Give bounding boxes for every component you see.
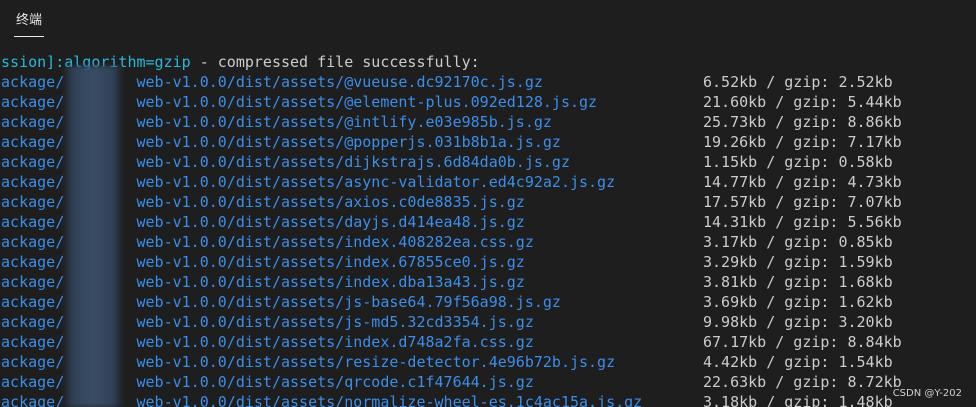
file-size: 3.29kb / gzip: 1.59kb [703, 253, 893, 271]
file-row: package/ web-v1.0.0/dist/assets/index.67… [0, 252, 976, 272]
file-row: package/ web-v1.0.0/dist/assets/@vueuse.… [0, 72, 976, 92]
file-size: 17.57kb / gzip: 7.07kb [703, 193, 902, 211]
file-size: 14.77kb / gzip: 4.73kb [703, 173, 902, 191]
file-row: package/ web-v1.0.0/dist/assets/qrcode.c… [0, 372, 976, 392]
file-row: package/ web-v1.0.0/dist/assets/index.db… [0, 272, 976, 292]
terminal-output[interactable]: ession]:algorithm=gzip - compressed file… [0, 52, 976, 407]
header-message: - compressed file successfully: [190, 53, 480, 71]
file-row: package/ web-v1.0.0/dist/assets/js-md5.3… [0, 312, 976, 332]
file-row: package/ web-v1.0.0/dist/assets/normaliz… [0, 392, 976, 407]
file-row: package/ web-v1.0.0/dist/assets/async-va… [0, 172, 976, 192]
file-size: 25.73kb / gzip: 8.86kb [703, 113, 902, 131]
file-size: 3.81kb / gzip: 1.68kb [703, 273, 893, 291]
file-size: 3.18kb / gzip: 1.48kb [703, 393, 893, 407]
panel-tab-bar: 终端 [0, 0, 976, 44]
file-row: package/ web-v1.0.0/dist/assets/@element… [0, 92, 976, 112]
file-size: 1.15kb / gzip: 0.58kb [703, 153, 893, 171]
file-row: package/ web-v1.0.0/dist/assets/index.d7… [0, 332, 976, 352]
file-size: 21.60kb / gzip: 5.44kb [703, 93, 902, 111]
terminal-header-line: ession]:algorithm=gzip - compressed file… [0, 52, 976, 72]
file-row: package/ web-v1.0.0/dist/assets/axios.c0… [0, 192, 976, 212]
file-size: 22.63kb / gzip: 8.72kb [703, 373, 902, 391]
file-size: 6.52kb / gzip: 2.52kb [703, 73, 893, 91]
file-size: 3.17kb / gzip: 0.85kb [703, 233, 893, 251]
file-row: package/ web-v1.0.0/dist/assets/dayjs.d4… [0, 212, 976, 232]
file-row: package/ web-v1.0.0/dist/assets/@intlify… [0, 112, 976, 132]
file-size: 4.42kb / gzip: 1.54kb [703, 353, 893, 371]
redaction-blur [62, 66, 124, 407]
file-row: package/ web-v1.0.0/dist/assets/resize-d… [0, 352, 976, 372]
file-list: package/ web-v1.0.0/dist/assets/@vueuse.… [0, 72, 976, 407]
file-row: package/ web-v1.0.0/dist/assets/index.40… [0, 232, 976, 252]
file-size: 3.69kb / gzip: 1.62kb [703, 293, 893, 311]
file-row: package/ web-v1.0.0/dist/assets/@popperj… [0, 132, 976, 152]
file-size: 67.17kb / gzip: 8.84kb [703, 333, 902, 351]
file-size: 19.26kb / gzip: 7.17kb [703, 133, 902, 151]
file-size: 9.98kb / gzip: 3.20kb [703, 313, 893, 331]
watermark: CSDN @Y-202 [892, 388, 962, 399]
file-size: 14.31kb / gzip: 5.56kb [703, 213, 902, 231]
file-row: package/ web-v1.0.0/dist/assets/dijkstra… [0, 152, 976, 172]
file-row: package/ web-v1.0.0/dist/assets/js-base6… [0, 292, 976, 312]
tab-terminal[interactable]: 终端 [14, 10, 45, 37]
